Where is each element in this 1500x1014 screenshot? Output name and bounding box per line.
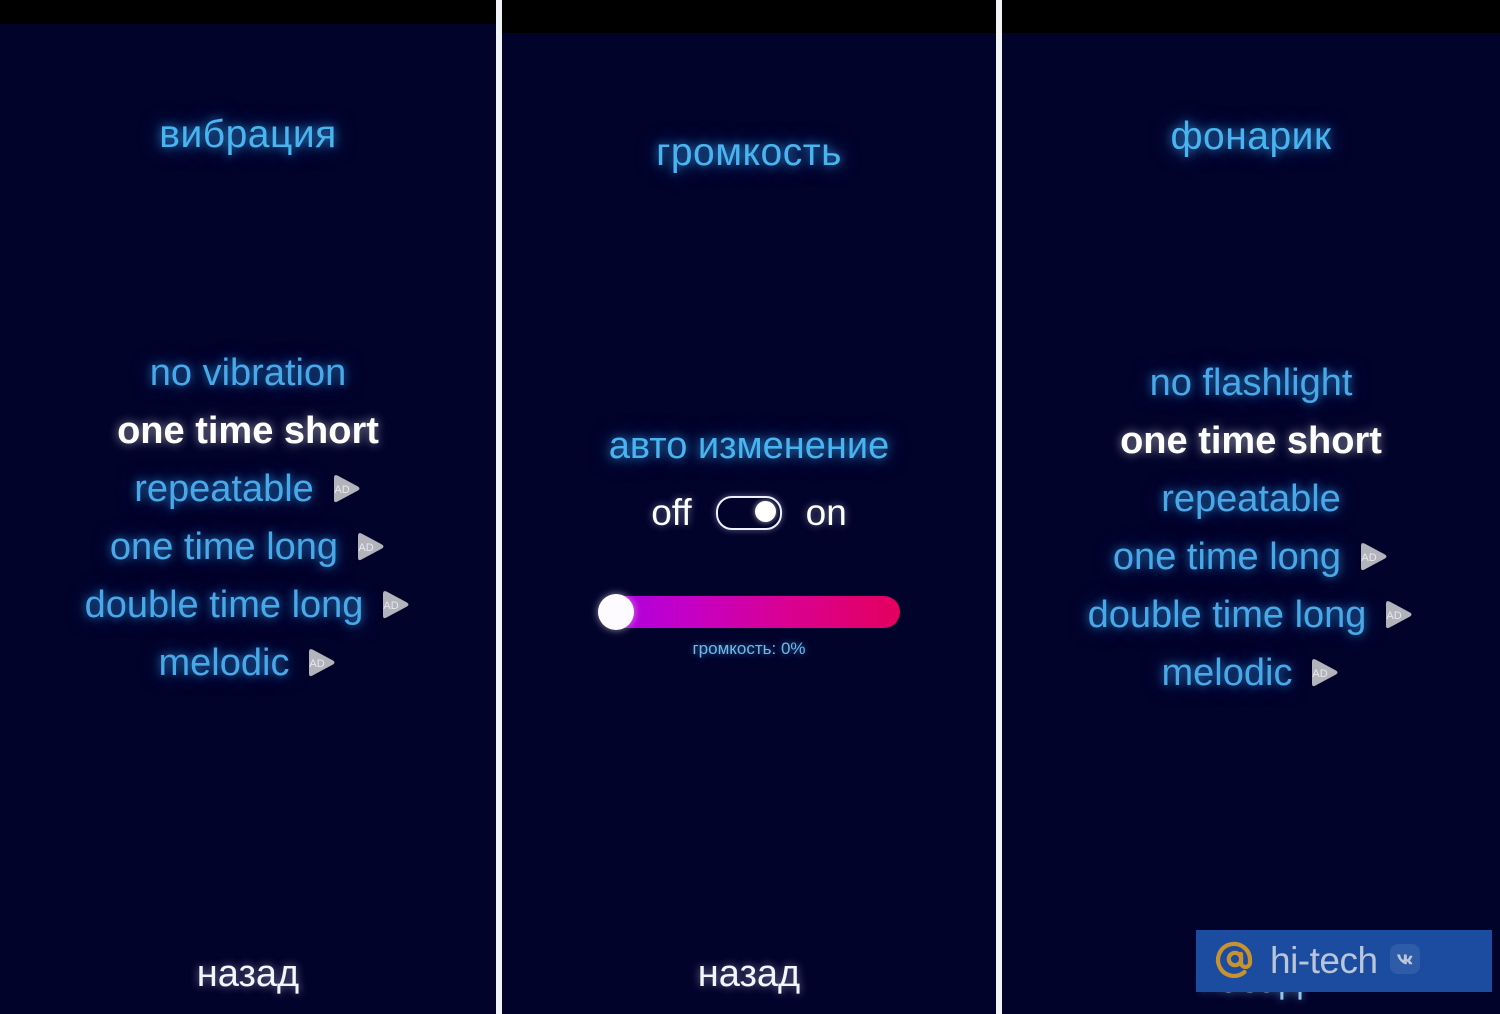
screen-flashlight: фонарик no flashlight one time short rep… [1002,0,1500,1014]
ad-play-badge-icon[interactable]: AD [1380,599,1414,631]
ad-play-badge-icon[interactable]: AD [1355,541,1389,573]
option-label: one time long [1112,536,1342,578]
auto-change-toggle-row: off on [651,492,847,534]
option-label: double time long [84,584,364,626]
ad-play-badge-icon[interactable]: AD [303,647,337,679]
status-bar [1002,0,1500,33]
page-title: громкость [656,131,842,174]
option-no-vibration[interactable]: no vibration [150,354,346,392]
ad-play-badge-icon[interactable]: AD [377,589,411,621]
option-label: one time long [109,526,339,568]
volume-slider-handle[interactable] [598,594,634,630]
option-label: melodic [1161,652,1293,694]
back-button[interactable]: назад [0,953,496,996]
volume-value-label: громкость: 0% [692,639,806,658]
option-label: one time short [1120,420,1382,462]
toggle-knob[interactable] [754,501,776,522]
option-label: repeatable [1161,478,1341,520]
status-bar [0,0,496,24]
option-one-time-long[interactable]: one time long AD [110,528,386,566]
option-double-time-long[interactable]: double time long AD [1088,596,1415,634]
svg-text:AD: AD [1387,610,1402,622]
option-label: melodic [158,642,290,684]
option-no-flashlight[interactable]: no flashlight [1150,364,1353,402]
option-one-time-long[interactable]: one time long AD [1113,538,1389,576]
svg-text:AD: AD [1361,552,1376,564]
svg-text:AD: AD [310,658,325,670]
option-one-time-short[interactable]: one time short [1120,422,1382,460]
page-title: фонарик [1170,115,1332,158]
at-sign-icon [1212,936,1258,987]
option-label: one time short [117,410,379,452]
option-double-time-long[interactable]: double time long AD [85,586,412,624]
option-one-time-short[interactable]: one time short [117,412,379,450]
auto-change-label: авто изменение [608,425,890,467]
option-label: no flashlight [1149,362,1353,404]
screenshot-root: вибрация no vibration one time short rep… [0,0,1500,1014]
vibration-option-list: no vibration one time short repeatable A… [0,354,496,682]
ad-play-badge-icon[interactable]: AD [328,473,362,505]
svg-text:AD: AD [334,484,349,496]
option-repeatable[interactable]: repeatable [1161,480,1341,518]
status-bar [502,0,996,33]
option-label: repeatable [134,468,314,510]
svg-text:AD: AD [1313,668,1328,680]
volume-slider[interactable] [598,594,900,630]
ad-play-badge-icon[interactable]: AD [1306,657,1340,689]
option-melodic[interactable]: melodic AD [1162,654,1341,692]
screen-vibration: вибрация no vibration one time short rep… [0,0,496,1014]
toggle-on-icon[interactable] [715,496,782,530]
svg-text:AD: AD [384,600,399,612]
watermark-label: hi-tech [1270,940,1378,981]
watermark: hi-tech [1196,930,1492,992]
option-label: no vibration [149,352,347,394]
ad-play-badge-icon[interactable]: AD [352,531,386,563]
option-label: double time long [1087,594,1367,636]
toggle-off-label: off [651,492,692,533]
svg-text:AD: AD [358,542,373,554]
vk-icon [1389,943,1420,979]
option-melodic[interactable]: melodic AD [159,644,338,682]
volume-slider-group: громкость: 0% [502,594,996,659]
page-title: вибрация [159,113,337,156]
option-repeatable[interactable]: repeatable AD [134,470,362,508]
back-button[interactable]: назад [502,953,996,996]
flashlight-option-list: no flashlight one time short repeatable … [1002,364,1500,692]
toggle-on-label: on [805,492,847,533]
screen-volume: громкость авто изменение off on громкост… [502,0,996,1014]
